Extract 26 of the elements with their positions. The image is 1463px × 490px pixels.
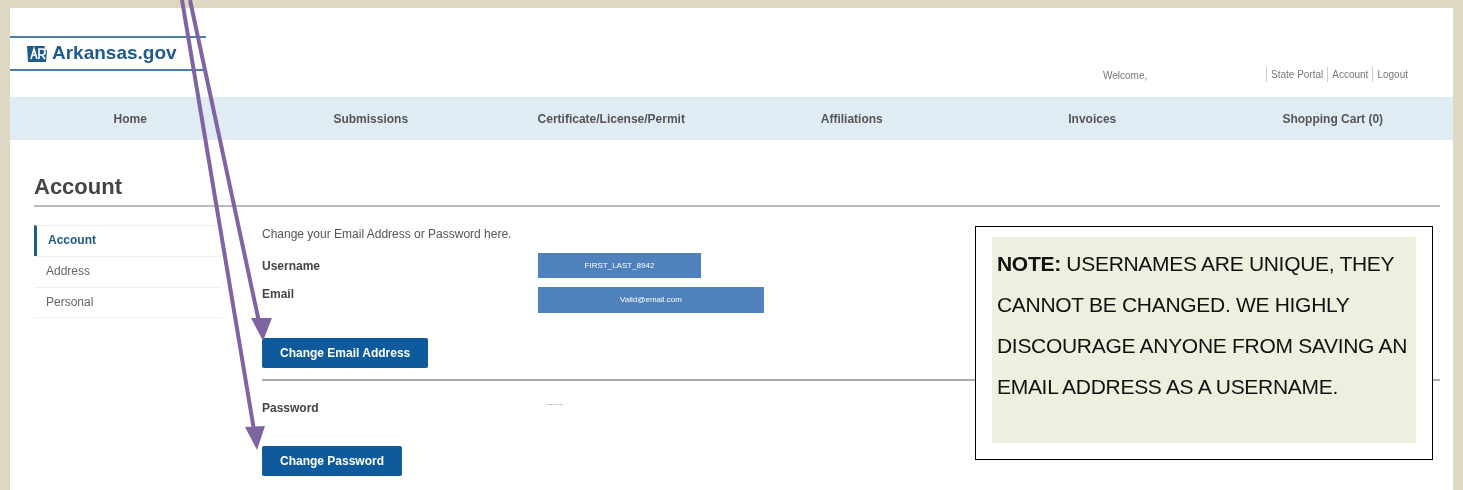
logo[interactable]: Arkansas.gov — [10, 36, 206, 71]
field-label: Username — [262, 259, 321, 273]
password-value: ........ — [546, 397, 564, 409]
header-link[interactable]: Logout — [1372, 67, 1412, 82]
header-link[interactable]: State Portal — [1266, 67, 1328, 82]
welcome-text: Welcome, — [1103, 69, 1148, 83]
field-label: Password — [262, 401, 319, 415]
state-shape-icon — [26, 44, 48, 63]
field-label: Email — [262, 287, 294, 301]
email-field: Valid@email.com — [538, 287, 764, 313]
nav-link[interactable]: Certificate/License/Permit — [537, 109, 685, 128]
page-title: Account — [34, 173, 122, 201]
username-field: FIRST_LAST_8942 — [538, 253, 701, 278]
nav-link[interactable]: Affiliations — [820, 109, 883, 128]
sidebar-item[interactable]: Address — [34, 256, 222, 287]
note-text: NOTE: USERNAMES ARE UNIQUE, THEY CANNOT BE CHANGED. WE HIGHLY DISCOURAGE ANYONE FROM SAVING AN EMAIL ADDRESS AS A USERNAME. — [992, 237, 1416, 443]
change-button[interactable]: Change Password — [262, 446, 403, 476]
sidebar-item[interactable]: Personal — [34, 287, 222, 318]
nav-link[interactable]: Shopping Cart (0) — [1282, 109, 1384, 128]
nav-link[interactable]: Home — [113, 109, 147, 128]
header-link[interactable]: Account — [1327, 67, 1373, 82]
nav-link[interactable]: Submissions — [333, 109, 409, 128]
sidebar-item[interactable]: Account — [34, 225, 222, 256]
intro-text: Change your Email Address or Password here. — [262, 226, 513, 243]
change-button[interactable]: Change Email Address — [262, 338, 429, 368]
nav-link[interactable]: Invoices — [1068, 109, 1117, 128]
